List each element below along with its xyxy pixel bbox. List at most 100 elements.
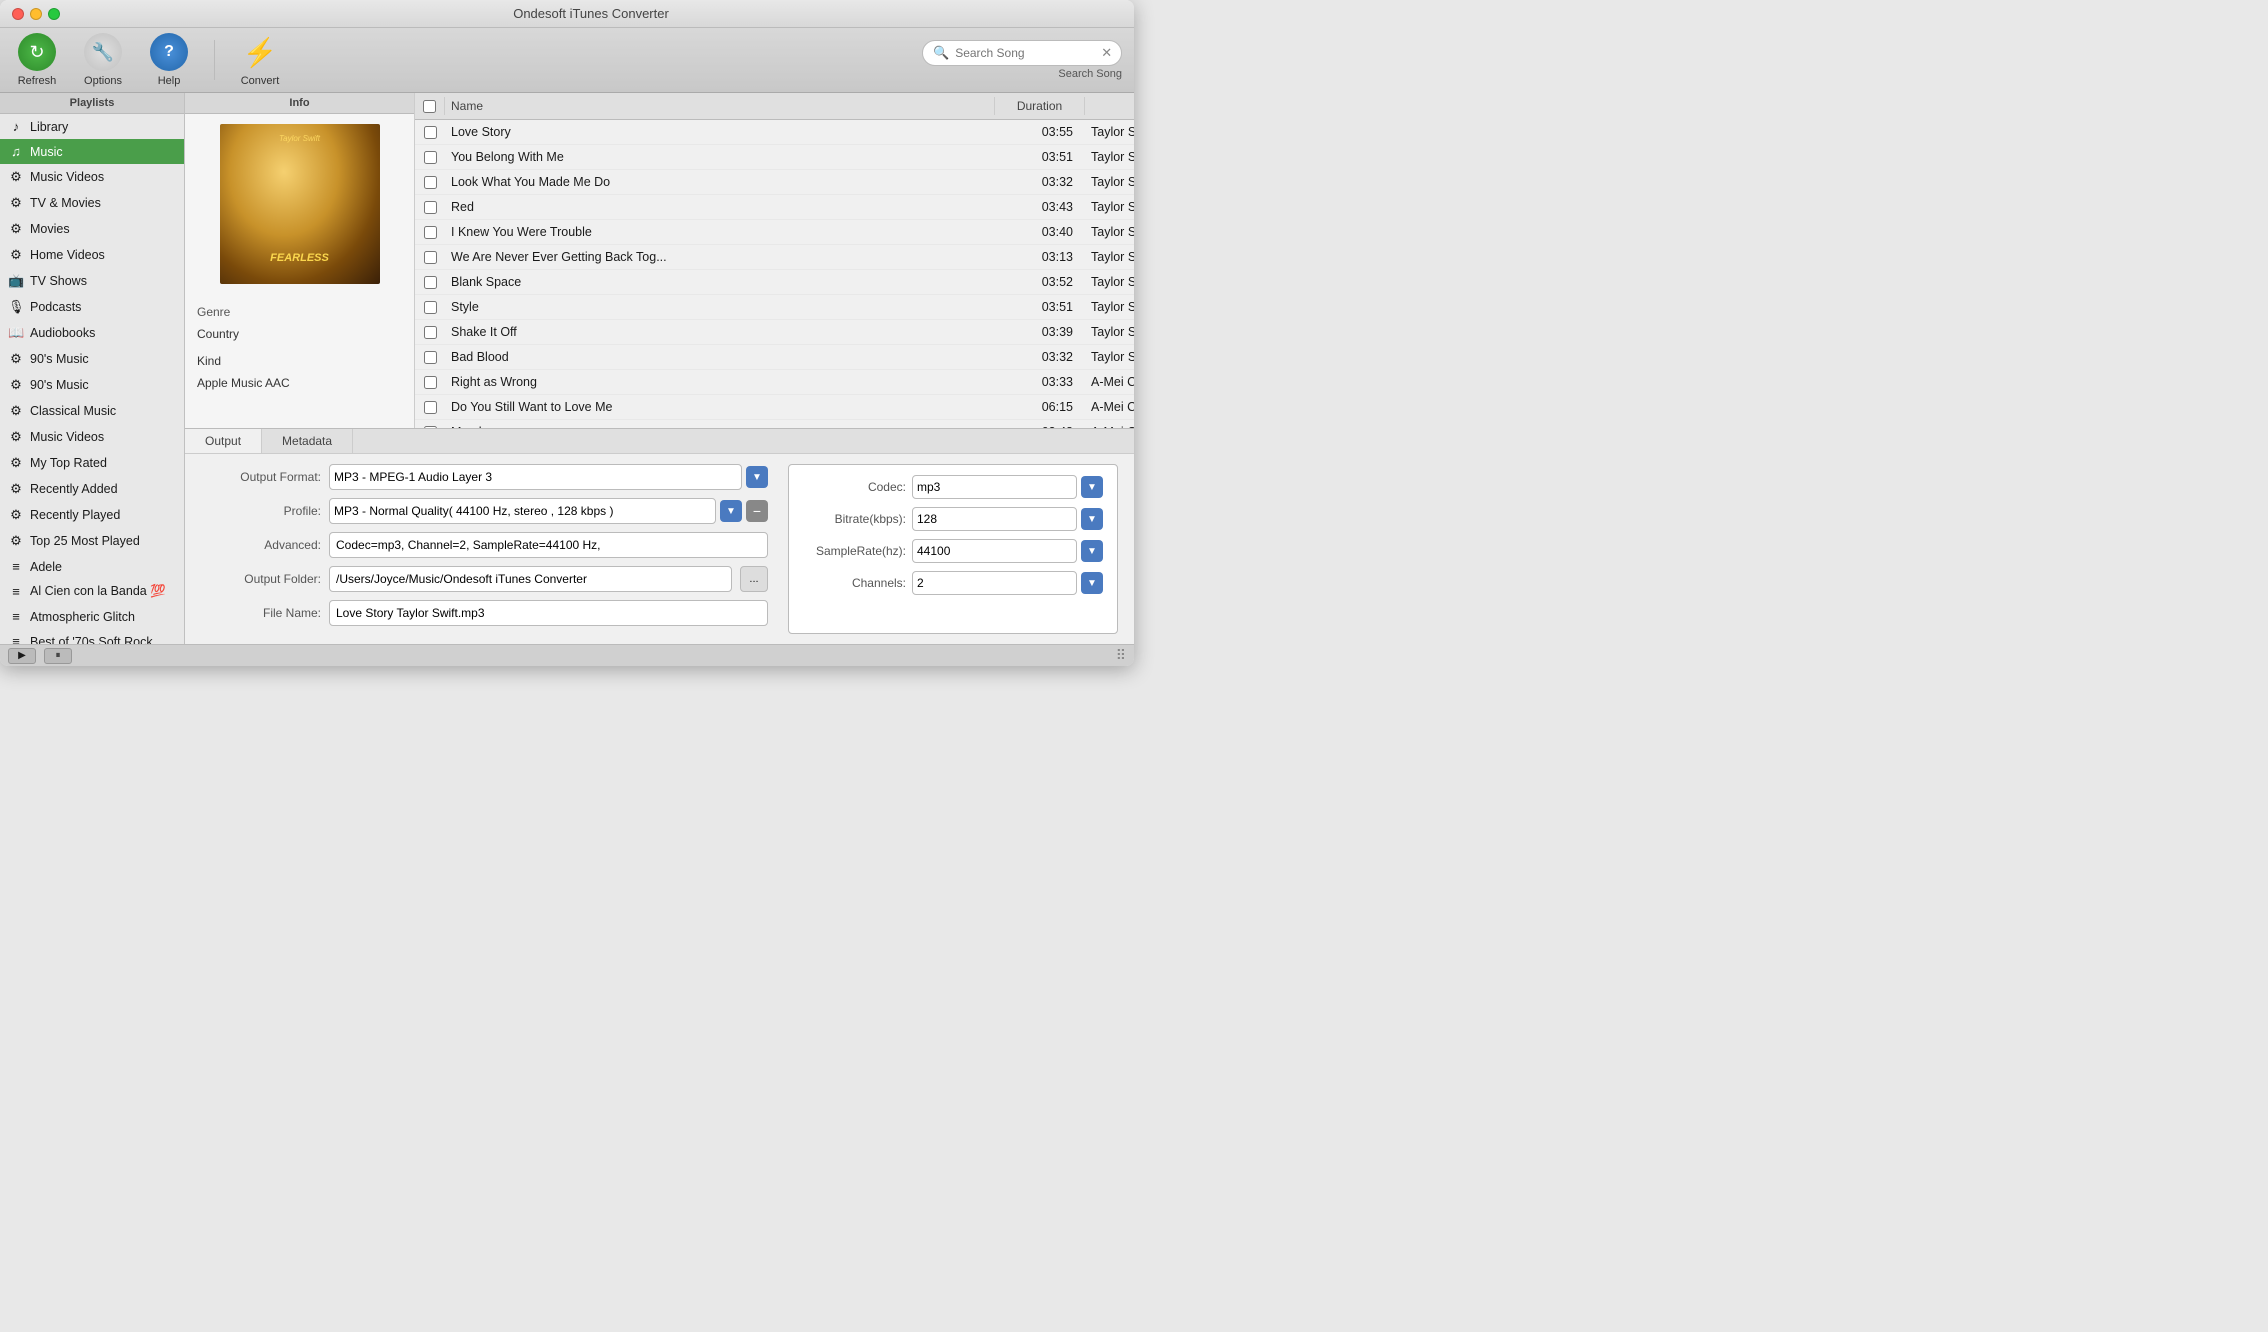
table-row[interactable]: We Are Never Ever Getting Back Tog... 03… [415, 245, 1134, 270]
profile-minus-button[interactable]: − [746, 500, 768, 522]
sidebar-item-best-70s[interactable]: ≡Best of '70s Soft Rock [0, 629, 184, 644]
sidebar-item-movies[interactable]: ⚙Movies [0, 216, 184, 242]
sidebar-item-library[interactable]: ♪Library [0, 114, 184, 139]
table-row[interactable]: Look What You Made Me Do 03:32 Taylor Sw… [415, 170, 1134, 195]
file-name-input[interactable] [329, 600, 768, 626]
table-row[interactable]: Right as Wrong 03:33 A-Mei Chang Waiting… [415, 370, 1134, 395]
output-folder-input[interactable] [329, 566, 732, 592]
bitrate-label: Bitrate(kbps): [803, 512, 906, 526]
search-input[interactable] [955, 46, 1095, 60]
profile-arrow[interactable]: ▼ [720, 500, 742, 522]
row-duration-2: 03:32 [995, 170, 1085, 194]
search-box[interactable]: 🔍 ✕ [922, 40, 1122, 66]
sidebar-item-audiobooks[interactable]: 📖Audiobooks [0, 320, 184, 346]
sidebar-item-home-videos[interactable]: ⚙Home Videos [0, 242, 184, 268]
row-checkbox-2[interactable] [415, 171, 445, 194]
sidebar-item-label-90s-music-2: 90's Music [30, 378, 89, 392]
row-checkbox-7[interactable] [415, 296, 445, 319]
maximize-button[interactable] [48, 8, 60, 20]
bitrate-input[interactable] [912, 507, 1077, 531]
channels-input[interactable] [912, 571, 1077, 595]
samplerate-select-wrap: ▼ [912, 539, 1103, 563]
profile-input[interactable] [329, 498, 716, 524]
sidebar-item-90s-music-2[interactable]: ⚙90's Music [0, 372, 184, 398]
table-row[interactable]: You Belong With Me 03:51 Taylor Swift Wa… [415, 145, 1134, 170]
output-format-arrow[interactable]: ▼ [746, 466, 768, 488]
sidebar-item-label-home-videos: Home Videos [30, 248, 105, 262]
top-25-icon: ⚙ [8, 533, 24, 549]
table-row[interactable]: Do You Still Want to Love Me 06:15 A-Mei… [415, 395, 1134, 420]
sidebar-item-top-25[interactable]: ⚙Top 25 Most Played [0, 528, 184, 554]
select-all-checkbox[interactable] [423, 100, 436, 113]
row-checkbox-4[interactable] [415, 221, 445, 244]
codec-arrow[interactable]: ▼ [1081, 476, 1103, 498]
help-label: Help [158, 75, 181, 87]
clear-search-icon[interactable]: ✕ [1101, 45, 1112, 61]
convert-button[interactable]: ⚡ Convert [235, 33, 285, 87]
samplerate-input[interactable] [912, 539, 1077, 563]
statusbar-play-button[interactable]: ▶ [8, 648, 36, 664]
row-checkbox-1[interactable] [415, 146, 445, 169]
codec-input[interactable] [912, 475, 1077, 499]
tab-output[interactable]: Output [185, 429, 262, 453]
close-button[interactable] [12, 8, 24, 20]
bitrate-arrow[interactable]: ▼ [1081, 508, 1103, 530]
samplerate-arrow[interactable]: ▼ [1081, 540, 1103, 562]
statusbar-pause-button[interactable]: ⏸ [44, 648, 72, 664]
options-button[interactable]: 🔧 Options [78, 33, 128, 87]
output-format-input[interactable] [329, 464, 742, 490]
classical-music-icon: ⚙ [8, 403, 24, 419]
table-row[interactable]: March 03:48 A-Mei Chang Waiting... Faces… [415, 420, 1134, 428]
song-table-area: Name Duration Artist Status Album Love S… [415, 93, 1134, 428]
table-row[interactable]: Love Story 03:55 Taylor Swift Waiting...… [415, 120, 1134, 145]
row-checkbox-10[interactable] [415, 371, 445, 394]
row-checkbox-12[interactable] [415, 421, 445, 429]
sidebar-item-atmospheric-glitch[interactable]: ≡Atmospheric Glitch [0, 604, 184, 629]
sidebar-item-adele[interactable]: ≡Adele [0, 554, 184, 579]
advanced-input[interactable] [329, 532, 768, 558]
sidebar-item-recently-added[interactable]: ⚙Recently Added [0, 476, 184, 502]
browse-folder-button[interactable]: ... [740, 566, 768, 592]
recently-played-icon: ⚙ [8, 507, 24, 523]
row-checkbox-8[interactable] [415, 321, 445, 344]
sidebar-item-music-videos[interactable]: ⚙Music Videos [0, 164, 184, 190]
sidebar-item-classical-music[interactable]: ⚙Classical Music [0, 398, 184, 424]
help-icon: ? [150, 33, 188, 71]
output-format-select-container: ▼ [329, 464, 768, 490]
file-name-label: File Name: [201, 606, 321, 620]
row-checkbox-9[interactable] [415, 346, 445, 369]
sidebar-item-my-top-rated[interactable]: ⚙My Top Rated [0, 450, 184, 476]
channels-arrow[interactable]: ▼ [1081, 572, 1103, 594]
table-row[interactable]: I Knew You Were Trouble 03:40 Taylor Swi… [415, 220, 1134, 245]
info-metadata: Genre Country Kind Apple Music AAC [185, 294, 414, 402]
sidebar-item-tv-shows[interactable]: 📺TV Shows [0, 268, 184, 294]
help-button[interactable]: ? Help [144, 33, 194, 87]
sidebar-item-tv-movies[interactable]: ⚙TV & Movies [0, 190, 184, 216]
table-row[interactable]: Shake It Off 03:39 Taylor Swift Waiting.… [415, 320, 1134, 345]
sidebar-item-recently-played[interactable]: ⚙Recently Played [0, 502, 184, 528]
sidebar-item-podcasts[interactable]: 🎙Podcasts [0, 294, 184, 320]
bitrate-select-wrap: ▼ [912, 507, 1103, 531]
minimize-button[interactable] [30, 8, 42, 20]
table-row[interactable]: Style 03:51 Taylor Swift Waiting... 1989 [415, 295, 1134, 320]
table-row[interactable]: Bad Blood 03:32 Taylor Swift Waiting... … [415, 345, 1134, 370]
header-checkbox-cell[interactable] [415, 97, 445, 115]
sidebar-item-music-videos-2[interactable]: ⚙Music Videos [0, 424, 184, 450]
row-checkbox-5[interactable] [415, 246, 445, 269]
table-row[interactable]: Blank Space 03:52 Taylor Swift Waiting..… [415, 270, 1134, 295]
sidebar-item-music[interactable]: ♫Music [0, 139, 184, 164]
sidebar-item-90s-music-1[interactable]: ⚙90's Music [0, 346, 184, 372]
statusbar-right: ⠿ [1116, 647, 1126, 664]
refresh-button[interactable]: ↻ Refresh [12, 33, 62, 87]
row-checkbox-3[interactable] [415, 196, 445, 219]
sidebar-item-label-music-videos: Music Videos [30, 170, 104, 184]
table-row[interactable]: Red 03:43 Taylor Swift Waiting... Red [415, 195, 1134, 220]
sidebar-item-al-cien[interactable]: ≡Al Cien con la Banda 💯 [0, 579, 184, 604]
row-checkbox-6[interactable] [415, 271, 445, 294]
resize-grip[interactable]: ⠿ [1116, 647, 1126, 664]
row-checkbox-11[interactable] [415, 396, 445, 419]
row-checkbox-0[interactable] [415, 121, 445, 144]
tab-metadata[interactable]: Metadata [262, 429, 353, 453]
header-artist: Artist [1085, 97, 1134, 115]
row-duration-1: 03:51 [995, 145, 1085, 169]
